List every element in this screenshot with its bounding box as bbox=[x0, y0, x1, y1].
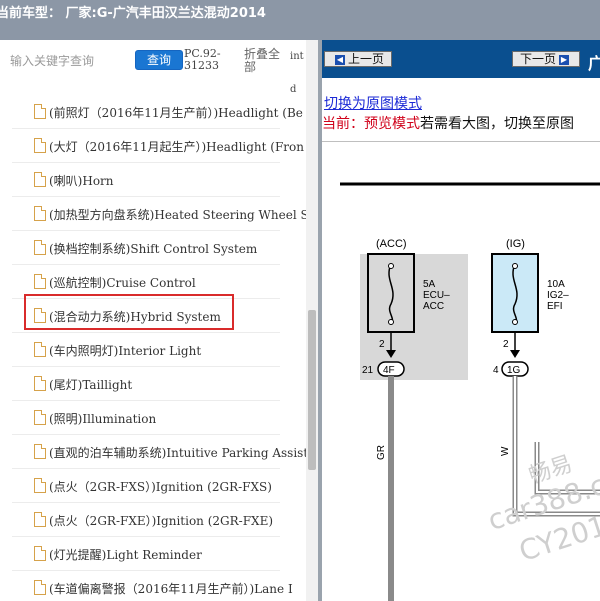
svg-text:21: 21 bbox=[362, 365, 374, 376]
tree-item[interactable]: (灯光提醒)Light Reminder bbox=[0, 537, 306, 571]
svg-text:ECU–: ECU– bbox=[423, 290, 450, 301]
svg-text:2: 2 bbox=[503, 339, 509, 350]
svg-text:5A: 5A bbox=[423, 279, 436, 290]
tree-item-label: (尾灯)Taillight bbox=[49, 378, 133, 392]
document-icon bbox=[34, 478, 46, 493]
vertical-scrollbar[interactable] bbox=[306, 40, 318, 601]
document-icon bbox=[34, 546, 46, 561]
tree-item-label: (换档控制系统)Shift Control System bbox=[49, 242, 258, 256]
document-icon bbox=[34, 240, 46, 255]
tree-item-label: (前照灯（2016年11月生产前）)Headlight (Be bbox=[49, 106, 303, 120]
document-icon bbox=[34, 410, 46, 425]
tree-item-label: (直观的泊车辅助系统)Intuitive Parking Assist bbox=[49, 446, 309, 460]
document-icon bbox=[34, 138, 46, 153]
prev-page-button[interactable]: ◀ 上一页 bbox=[324, 51, 392, 67]
svg-text:4F: 4F bbox=[383, 365, 395, 376]
document-icon bbox=[34, 104, 46, 119]
svg-text:10A: 10A bbox=[547, 279, 565, 290]
query-button[interactable]: 查询 bbox=[135, 50, 183, 70]
nav-fragment: 广 bbox=[588, 54, 600, 73]
document-icon bbox=[34, 172, 46, 187]
tree-item-label: (车道偏离警报（2016年11月生产前）)Lane I bbox=[49, 582, 293, 596]
document-viewer: ◀ 上一页 下一页 ▶ 广 切换为原图模式 当前：预览模式若需看大图，切换至原图 (… bbox=[322, 40, 600, 601]
tree-item-label: (灯光提醒)Light Reminder bbox=[49, 548, 202, 562]
tree-item[interactable]: (大灯（2016年11月起生产）)Headlight (Fron bbox=[0, 129, 306, 163]
wire-color-w: W bbox=[500, 446, 511, 456]
tree-item-label: (点火（2GR-FXS）)Ignition (2GR-FXS) bbox=[49, 480, 272, 494]
tree-item-label: (大灯（2016年11月起生产）)Headlight (Fron bbox=[49, 140, 304, 154]
tree-item[interactable]: (点火（2GR-FXE）)Ignition (2GR-FXE) bbox=[0, 503, 306, 537]
svg-text:4: 4 bbox=[493, 365, 499, 376]
tree-item-label: (巡航控制)Cruise Control bbox=[49, 276, 196, 290]
document-icon bbox=[34, 376, 46, 391]
pc-code: PC.92- 31233 bbox=[184, 47, 221, 72]
top-bar: 当前车型： 厂家:G-广汽丰田汉兰达混动2014 bbox=[0, 0, 600, 40]
tree-item[interactable]: (车内照明灯)Interior Light bbox=[0, 333, 306, 367]
tree-item[interactable]: (换档控制系统)Shift Control System bbox=[0, 231, 306, 265]
arrow-right-icon: ▶ bbox=[559, 54, 569, 65]
tree-item-label: (点火（2GR-FXE）)Ignition (2GR-FXE) bbox=[49, 514, 274, 528]
document-icon bbox=[34, 274, 46, 289]
pin-number: 2 bbox=[379, 339, 385, 350]
tree-item-label: (加热型方向盘系统)Heated Steering Wheel Sy bbox=[49, 208, 316, 222]
next-page-button[interactable]: 下一页 ▶ bbox=[512, 51, 580, 67]
tree-item-label: (照明)Illumination bbox=[49, 412, 157, 426]
wire-color-gr: GR bbox=[376, 445, 387, 460]
scroll-thumb[interactable] bbox=[308, 310, 316, 470]
tree-item[interactable]: (照明)Illumination bbox=[0, 401, 306, 435]
tree-item[interactable]: (尾灯)Taillight bbox=[0, 367, 306, 401]
vehicle-title: 当前车型： 厂家:G-广汽丰田汉兰达混动2014 bbox=[0, 6, 266, 21]
document-icon bbox=[34, 512, 46, 527]
svg-text:1G: 1G bbox=[507, 365, 521, 376]
search-input[interactable] bbox=[8, 50, 132, 72]
collapse-all-button[interactable]: 折叠全 部 bbox=[244, 48, 288, 74]
ig-label: (IG) bbox=[506, 238, 525, 250]
tree-item[interactable]: (直观的泊车辅助系统)Intuitive Parking Assist bbox=[0, 435, 309, 469]
arrow-down-icon bbox=[510, 350, 520, 358]
arrow-left-icon: ◀ bbox=[334, 54, 345, 65]
document-icon bbox=[34, 444, 46, 459]
document-icon bbox=[34, 580, 46, 595]
document-icon bbox=[34, 342, 46, 357]
tree-item[interactable]: (前照灯（2016年11月生产前）)Headlight (Be bbox=[0, 95, 306, 129]
selected-item-highlight bbox=[24, 294, 234, 330]
tree-item[interactable]: (车道偏离警报（2016年11月生产前）)Lane I bbox=[0, 571, 306, 601]
tree-item[interactable]: (加热型方向盘系统)Heated Steering Wheel Sy bbox=[0, 197, 315, 231]
tree-item-label: (车内照明灯)Interior Light bbox=[49, 344, 202, 358]
svg-text:IG2–: IG2– bbox=[547, 290, 569, 301]
tree-item-label: (喇叭)Horn bbox=[49, 174, 114, 188]
svg-text:ACC: ACC bbox=[423, 301, 444, 312]
viewer-navbar: ◀ 上一页 下一页 ▶ 广 bbox=[322, 40, 600, 78]
document-icon bbox=[34, 206, 46, 221]
switch-original-mode-link[interactable]: 切换为原图模式 bbox=[324, 93, 422, 113]
tree-item[interactable]: (点火（2GR-FXS）)Ignition (2GR-FXS) bbox=[0, 469, 306, 503]
svg-text:EFI: EFI bbox=[547, 301, 563, 312]
current-mode-text: 当前：预览模式若需看大图，切换至原图 bbox=[322, 116, 574, 132]
tree-item[interactable]: (喇叭)Horn bbox=[0, 163, 306, 197]
acc-label: (ACC) bbox=[376, 238, 407, 250]
sidebar: 查询 PC.92- 31233 折叠全 部 int d (前照灯（2016年11… bbox=[0, 40, 318, 601]
search-row: 查询 PC.92- 31233 折叠全 部 int d bbox=[0, 40, 318, 95]
